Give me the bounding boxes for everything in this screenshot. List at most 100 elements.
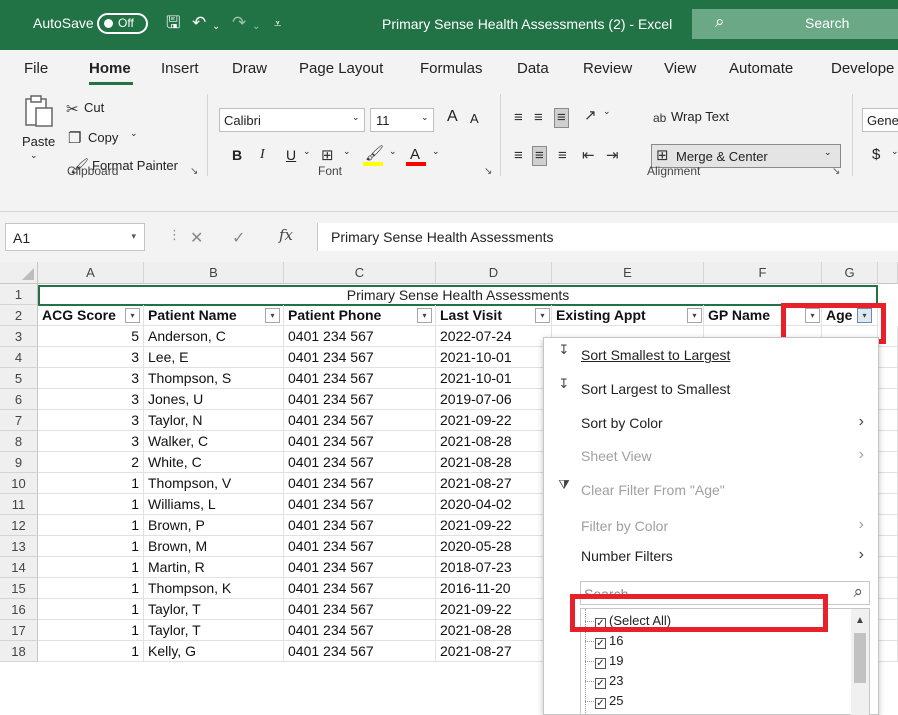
- tab-page-layout[interactable]: Page Layout: [299, 60, 383, 77]
- age-value-checkbox-item[interactable]: ✓ 19: [585, 653, 623, 671]
- cell-patient-name[interactable]: Thompson, S: [144, 368, 284, 389]
- cell-patient-name[interactable]: Taylor, N: [144, 410, 284, 431]
- alignment-launcher-icon[interactable]: ↘: [832, 166, 840, 177]
- cell-patient-phone[interactable]: 0401 234 567: [284, 326, 436, 347]
- cell-patient-phone[interactable]: 0401 234 567: [284, 389, 436, 410]
- cell-last-visit[interactable]: 2021-10-01: [436, 347, 552, 368]
- save-icon[interactable]: 🖫: [166, 14, 180, 32]
- sort-ascending-item[interactable]: ↧ Sort Smallest to Largest: [544, 342, 878, 370]
- cell-patient-phone[interactable]: 0401 234 567: [284, 473, 436, 494]
- row-header[interactable]: 2: [0, 305, 38, 326]
- tab-draw[interactable]: Draw: [232, 60, 267, 77]
- paste-button[interactable]: Paste ⌄: [18, 94, 58, 160]
- align-left-icon[interactable]: ≡: [514, 148, 523, 164]
- orientation-dropdown-icon[interactable]: ⌄: [603, 106, 611, 117]
- row-header[interactable]: 13: [0, 536, 38, 557]
- column-header-a[interactable]: A: [38, 262, 144, 284]
- row-header[interactable]: 9: [0, 452, 38, 473]
- tab-file[interactable]: File: [24, 60, 48, 77]
- row-header[interactable]: 18: [0, 641, 38, 662]
- cell-patient-name[interactable]: Jones, U: [144, 389, 284, 410]
- name-box-dropdown-icon[interactable]: ▾: [131, 231, 136, 242]
- cell-patient-name[interactable]: Anderson, C: [144, 326, 284, 347]
- cell-last-visit[interactable]: 2020-04-02: [436, 494, 552, 515]
- font-name-box[interactable]: Calibri ⌄: [219, 108, 365, 132]
- customize-toolbar-icon[interactable]: ⩡: [274, 15, 281, 33]
- cell-last-visit[interactable]: 2021-08-27: [436, 641, 552, 662]
- age-value-checkbox-item[interactable]: ✓ 23: [585, 673, 623, 691]
- row-header[interactable]: 6: [0, 389, 38, 410]
- grow-font-button[interactable]: A: [447, 108, 458, 126]
- row-header[interactable]: 11: [0, 494, 38, 515]
- cell-last-visit[interactable]: 2020-05-28: [436, 536, 552, 557]
- cell-acg-score[interactable]: 2: [38, 452, 144, 473]
- row-header[interactable]: 16: [0, 599, 38, 620]
- tab-insert[interactable]: Insert: [161, 60, 199, 77]
- cell-h[interactable]: [878, 431, 898, 452]
- cell-patient-phone[interactable]: 0401 234 567: [284, 620, 436, 641]
- cell-patient-name[interactable]: Lee, E: [144, 347, 284, 368]
- copy-dropdown-icon[interactable]: ⌄: [130, 128, 138, 139]
- cut-button[interactable]: Cut: [84, 100, 104, 115]
- header-cell-patient-phone[interactable]: Patient Phone: [284, 305, 436, 326]
- cell-last-visit[interactable]: 2021-08-27: [436, 473, 552, 494]
- header-cell-patient-name[interactable]: Patient Name: [144, 305, 284, 326]
- cell-patient-phone[interactable]: 0401 234 567: [284, 578, 436, 599]
- redo-dropdown-icon[interactable]: ⌄: [252, 18, 260, 36]
- borders-dropdown-icon[interactable]: ⌄: [343, 146, 351, 157]
- orientation-icon[interactable]: ↗: [584, 108, 597, 124]
- cell-last-visit[interactable]: 2021-09-22: [436, 410, 552, 431]
- filter-by-color-item[interactable]: Filter by Color ›: [544, 513, 878, 541]
- cell-last-visit[interactable]: 2021-09-22: [436, 515, 552, 536]
- fill-color-dropdown-icon[interactable]: ⌄: [389, 146, 397, 157]
- cell-patient-name[interactable]: Taylor, T: [144, 599, 284, 620]
- cell-acg-score[interactable]: 1: [38, 620, 144, 641]
- column-header-f[interactable]: F: [704, 262, 822, 284]
- cell-acg-score[interactable]: 1: [38, 557, 144, 578]
- undo-icon[interactable]: ↶: [192, 14, 206, 32]
- column-header-d[interactable]: D: [436, 262, 552, 284]
- age-value-checkbox-item[interactable]: ✓ 16: [585, 633, 623, 651]
- tab-developer[interactable]: Develope: [831, 60, 894, 77]
- cell-last-visit[interactable]: 2021-08-28: [436, 431, 552, 452]
- cell-patient-phone[interactable]: 0401 234 567: [284, 431, 436, 452]
- cell-acg-score[interactable]: 1: [38, 494, 144, 515]
- cell-patient-phone[interactable]: 0401 234 567: [284, 368, 436, 389]
- sort-descending-item[interactable]: ↧ Sort Largest to Smallest: [544, 376, 878, 404]
- undo-dropdown-icon[interactable]: ⌄: [212, 18, 220, 36]
- wrap-text-button[interactable]: Wrap Text: [671, 109, 729, 124]
- cell-patient-phone[interactable]: 0401 234 567: [284, 494, 436, 515]
- cell-h[interactable]: [878, 389, 898, 410]
- align-bottom-icon[interactable]: ≡: [554, 108, 569, 128]
- checkbox-checked-icon[interactable]: ✓: [595, 698, 606, 709]
- cell-patient-phone[interactable]: 0401 234 567: [284, 536, 436, 557]
- font-size-box[interactable]: 11 ⌄: [370, 108, 434, 132]
- row-header[interactable]: 4: [0, 347, 38, 368]
- underline-button[interactable]: U: [286, 147, 296, 163]
- cell-patient-phone[interactable]: 0401 234 567: [284, 641, 436, 662]
- cell-last-visit[interactable]: 2021-08-28: [436, 620, 552, 641]
- insert-function-button[interactable]: fx: [279, 226, 293, 244]
- sheet-title-cell[interactable]: Primary Sense Health Assessments: [38, 285, 878, 306]
- cell-h[interactable]: [878, 410, 898, 431]
- autosave-toggle[interactable]: Off: [97, 13, 148, 34]
- checkbox-checked-icon[interactable]: ✓: [595, 658, 606, 669]
- cell-patient-phone[interactable]: 0401 234 567: [284, 410, 436, 431]
- cell-h[interactable]: [878, 536, 898, 557]
- scroll-thumb[interactable]: [854, 633, 866, 683]
- cell-acg-score[interactable]: 3: [38, 347, 144, 368]
- cell-patient-phone[interactable]: 0401 234 567: [284, 452, 436, 473]
- cell-patient-phone[interactable]: 0401 234 567: [284, 515, 436, 536]
- cell-h[interactable]: [878, 578, 898, 599]
- scroll-up-icon[interactable]: ▲: [855, 615, 865, 626]
- row-header[interactable]: 3: [0, 326, 38, 347]
- copy-button[interactable]: Copy: [88, 130, 118, 145]
- cell-patient-phone[interactable]: 0401 234 567: [284, 599, 436, 620]
- currency-button[interactable]: $: [872, 146, 880, 163]
- cell-h[interactable]: [878, 599, 898, 620]
- cell-patient-name[interactable]: Taylor, T: [144, 620, 284, 641]
- row-header[interactable]: 8: [0, 431, 38, 452]
- column-header-h[interactable]: [878, 262, 898, 284]
- row-header[interactable]: 1: [0, 284, 38, 305]
- cell-acg-score[interactable]: 3: [38, 368, 144, 389]
